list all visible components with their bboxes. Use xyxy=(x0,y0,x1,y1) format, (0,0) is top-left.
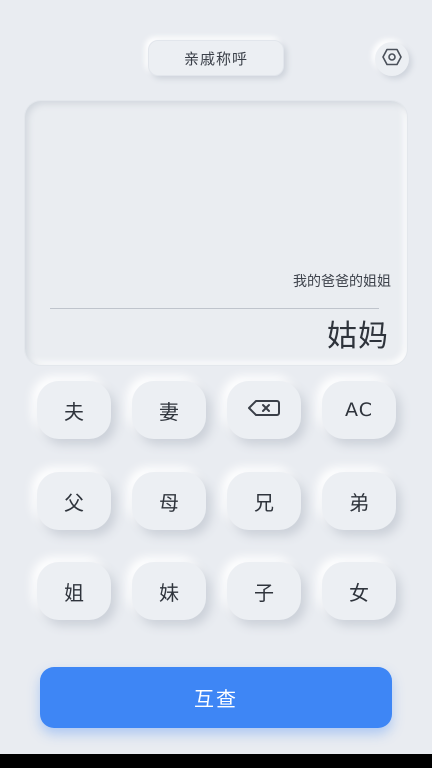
mutual-lookup-button[interactable]: 互查 xyxy=(40,667,392,728)
clear-all-button[interactable]: AC xyxy=(322,381,396,439)
settings-icon xyxy=(382,47,402,71)
page-title: 亲戚称呼 xyxy=(148,40,284,76)
key-daughter[interactable]: 女 xyxy=(322,562,396,620)
relation-result: 姑妈 xyxy=(327,319,389,354)
relation-expression: 我的爸爸的姐姐 xyxy=(293,274,391,290)
key-wife[interactable]: 妻 xyxy=(132,381,206,439)
key-mother[interactable]: 母 xyxy=(132,472,206,530)
key-father[interactable]: 父 xyxy=(37,472,111,530)
key-younger-sister[interactable]: 妹 xyxy=(132,562,206,620)
system-bottom-bar xyxy=(0,754,432,768)
display-divider xyxy=(50,308,379,309)
backspace-icon xyxy=(247,398,281,422)
display-panel: 我的爸爸的姐姐 姑妈 xyxy=(25,101,407,365)
key-younger-brother[interactable]: 弟 xyxy=(322,472,396,530)
key-son[interactable]: 子 xyxy=(227,562,301,620)
settings-button[interactable] xyxy=(375,42,409,76)
backspace-button[interactable] xyxy=(227,381,301,439)
key-husband[interactable]: 夫 xyxy=(37,381,111,439)
key-elder-sister[interactable]: 姐 xyxy=(37,562,111,620)
key-elder-brother[interactable]: 兄 xyxy=(227,472,301,530)
app-screen: 亲戚称呼 我的爸爸的姐姐 姑妈 夫 妻 AC 父 母 兄 弟 姐 妹 子 女 互… xyxy=(0,0,432,768)
